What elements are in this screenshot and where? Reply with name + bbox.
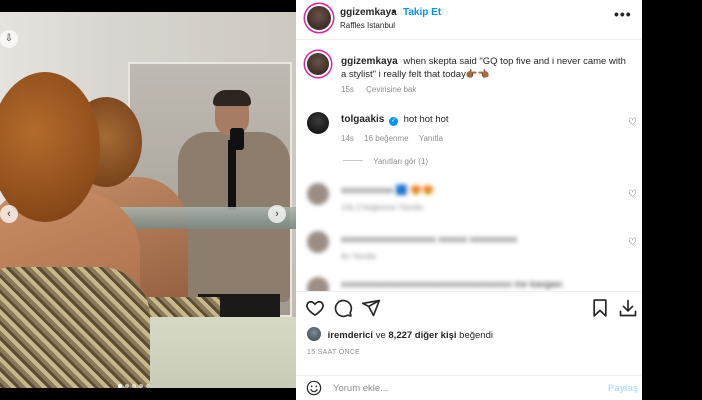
comment-heart-icon[interactable]: ♡ [628,117,637,128]
photo-man-hair [213,90,251,106]
caption-time: 15s [341,85,354,94]
action-bar [296,291,642,327]
carousel-dot [139,384,143,388]
chevron-left-icon[interactable]: ‹ [0,205,18,223]
blurred-avatar [307,231,329,253]
carousel-dot [125,384,129,388]
blurred-comment-text: xxxxxxxxxxxxxxxxxxxx xxxxxx xxxxxxxxxx [341,234,518,245]
photo-man-tie [228,140,236,210]
page-backdrop-right [642,0,702,400]
liker-username[interactable]: iremderici [328,330,373,341]
blurred-avatar [307,277,329,291]
caption-text: ggizemkaya when skepta said "GQ top five… [341,55,631,81]
blurred-avatar [307,183,329,205]
blurred-comment-text: xxxxxxxxxxx 🟦 😍😍 [341,185,435,196]
carousel-dot [118,384,122,388]
comment-input[interactable] [333,380,593,396]
comment-heart-icon[interactable]: ♡ [628,189,637,200]
replies-divider [343,160,363,161]
post-timestamp[interactable]: 15 SAAT ÖNCE [307,349,360,356]
photo-phone [230,128,244,150]
media-menu-icon[interactable]: ⇩ [0,30,18,48]
comment-icon[interactable] [333,298,353,318]
likes-count[interactable]: 8,227 diğer kişi [388,330,456,341]
carousel-dot [132,384,136,388]
author-avatar[interactable] [307,6,331,30]
comment-time: 14s [341,134,354,143]
photo-woman-dress [0,267,150,388]
blurred-comment-text: xxxxxxxxxxxxxxxxxxxxxxxxxxxxxxxxxxxx ine… [341,279,563,290]
view-replies-label: Yanıtları gör (1) [373,157,429,166]
carousel-dot [146,384,150,388]
liker-avatar[interactable] [307,327,321,341]
paper-plane-icon[interactable] [361,298,381,318]
comment-heart-icon[interactable]: ♡ [628,237,637,248]
post-sidebar: ggizemkaya • Takip Et Raffles Istanbul •… [296,0,642,400]
author-username[interactable]: ggizemkaya [340,7,397,18]
comment-likes-count[interactable]: 16 beğenme [364,134,408,143]
comment-text: tolgaakis ✓ hot hot hot [341,114,449,126]
translate-link[interactable]: Çevirisine bak [366,85,416,94]
chevron-right-icon[interactable]: › [268,205,286,223]
comment-reply-link[interactable]: Yanıtla [419,134,443,143]
header-separator: • [392,7,396,18]
post-header: ggizemkaya • Takip Et Raffles Istanbul •… [296,0,642,40]
comment-composer: Paylaş [296,375,642,400]
bookmark-icon[interactable] [590,298,610,318]
heart-icon[interactable] [305,298,325,318]
view-replies-link[interactable]: Yanıtları gör (1) [343,157,428,166]
likes-summary: iremderici ve 8,227 diğer kişi beğendi [307,327,493,341]
download-icon[interactable] [618,298,638,318]
verified-badge-icon: ✓ [389,117,398,126]
caption-avatar[interactable] [307,53,329,75]
post-photo[interactable]: ⇩ ‹ › [0,12,296,388]
caption-username[interactable]: ggizemkaya [341,56,398,67]
caption-meta: 15s Çevirisine bak [341,85,426,94]
comment-body: hot hot hot [403,114,449,125]
more-options-icon[interactable]: ••• [614,6,632,22]
blurred-comment-meta: 14s 2 beğenme Yanıtla [341,203,423,212]
comment-avatar[interactable] [307,112,329,134]
post-location[interactable]: Raffles Istanbul [340,21,395,30]
post-comment-button[interactable]: Paylaş [608,383,638,394]
likes-joiner: ve [375,330,386,341]
comment-meta: 14s 16 beğenme Yanıtla [341,134,451,143]
follow-button[interactable]: Takip Et [403,7,441,18]
smiley-icon[interactable] [306,380,322,396]
comment-username[interactable]: tolgaakis [341,114,384,125]
comments-list[interactable]: ggizemkaya when skepta said "GQ top five… [296,41,642,291]
carousel-dots [118,384,150,388]
blurred-comment-meta: 8s Yanıtla [341,252,376,261]
likes-suffix: beğendi [459,330,493,341]
